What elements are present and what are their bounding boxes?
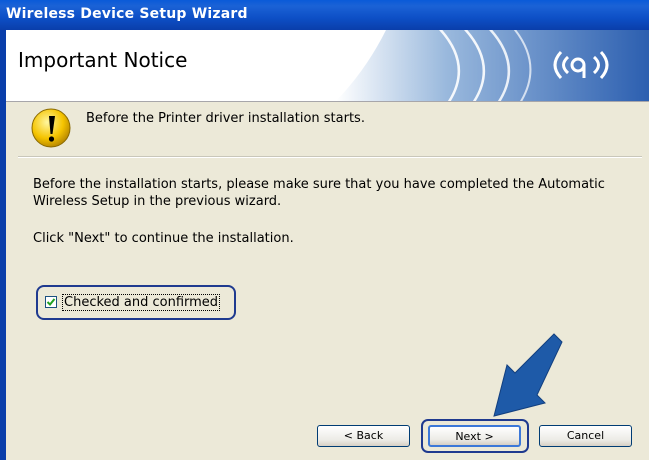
cancel-button[interactable]: Cancel — [539, 425, 632, 447]
back-button[interactable]: < Back — [317, 425, 410, 447]
header-divider — [6, 101, 649, 102]
continue-instruction: Click "Next" to continue the installatio… — [33, 231, 294, 246]
warning-exclamation-icon — [31, 108, 71, 148]
next-button[interactable]: Next > — [428, 425, 521, 447]
confirm-checkbox[interactable] — [45, 296, 57, 308]
wizard-window: Wireless Device Setup Wizard Important N… — [0, 0, 649, 460]
wizard-header: Important Notice — [6, 30, 649, 101]
checkbox-highlight: Checked and confirmed — [36, 285, 236, 320]
pointer-arrow-icon — [493, 333, 563, 417]
notice-text: Before the Printer driver installation s… — [86, 111, 365, 126]
content-separator — [18, 156, 642, 158]
title-bar[interactable]: Wireless Device Setup Wizard — [0, 0, 649, 30]
checkmark-icon — [46, 298, 56, 306]
confirm-checkbox-label[interactable]: Checked and confirmed — [62, 294, 221, 311]
instruction-paragraph: Before the installation starts, please m… — [33, 177, 605, 209]
window-title: Wireless Device Setup Wizard — [6, 6, 248, 22]
page-title: Important Notice — [18, 48, 188, 72]
